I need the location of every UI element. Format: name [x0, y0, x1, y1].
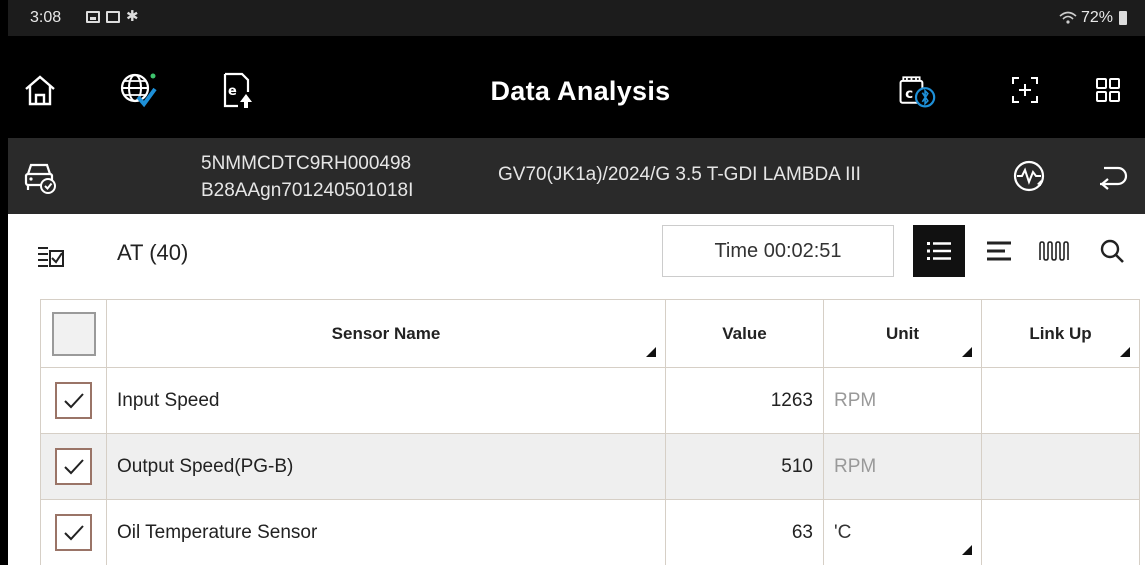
table-row[interactable]: Output Speed(PG-B) 510 RPM — [40, 434, 1140, 500]
select-items-button[interactable] — [30, 236, 70, 276]
return-arrow-icon — [1100, 166, 1128, 190]
battery-percent: 72% — [1080, 9, 1113, 26]
sensor-name: Input Speed — [107, 368, 666, 433]
sort-indicator-icon — [962, 347, 972, 357]
table-row[interactable]: Oil Temperature Sensor 63 'C — [40, 500, 1140, 565]
sensor-unit: 'C — [834, 521, 852, 543]
app-frame: 3:08 ✱ 72% Data Analysis e c 5NMMCDTC9RH… — [0, 0, 1145, 565]
waveform-button[interactable] — [1009, 156, 1049, 196]
battery-icon — [1119, 11, 1127, 25]
page-title: Data Analysis — [490, 76, 671, 106]
checklist-icon — [38, 247, 64, 267]
home-button[interactable] — [20, 70, 60, 110]
list-view-button[interactable] — [913, 225, 965, 277]
link-up-header-label: Link Up — [1029, 323, 1092, 343]
select-all-checkbox[interactable] — [51, 311, 96, 356]
row-checkbox[interactable] — [55, 382, 92, 419]
heartbeat-circle-icon — [1013, 160, 1045, 192]
check-icon — [63, 458, 84, 474]
sort-indicator-icon — [646, 347, 656, 357]
unit-header-label: Unit — [885, 323, 920, 343]
vehicle-status-button[interactable] — [20, 156, 60, 196]
sensor-name-header-label: Sensor Name — [331, 323, 441, 343]
sensor-name-header[interactable]: Sensor Name — [107, 300, 666, 367]
report-upload-button[interactable]: e — [216, 70, 256, 110]
sensor-value: 63 — [666, 500, 824, 565]
capture-frame-icon — [1012, 77, 1038, 103]
sensor-unit: RPM — [824, 434, 982, 499]
grid-icon — [1096, 78, 1120, 102]
list-icon — [927, 242, 951, 260]
row-checkbox-cell — [40, 368, 107, 433]
search-button[interactable] — [1086, 225, 1138, 277]
value-header: Value — [666, 300, 824, 367]
remote-diagnosis-button[interactable] — [118, 70, 158, 110]
wifi-icon — [1059, 11, 1077, 24]
vci-bluetooth-button[interactable]: c — [896, 70, 936, 110]
gallery-notification-icon — [86, 11, 100, 23]
settings-notification-icon: ✱ — [126, 8, 139, 25]
waveform-icon — [1039, 241, 1069, 261]
home-icon — [25, 75, 55, 106]
sensor-value: 1263 — [666, 368, 824, 433]
check-icon — [63, 392, 84, 408]
screen-capture-button[interactable] — [1005, 70, 1045, 110]
row-checkbox-cell — [40, 500, 107, 565]
graph-view-button[interactable] — [1029, 225, 1081, 277]
vci-bluetooth-icon: c — [899, 76, 936, 108]
car-check-icon — [24, 163, 56, 194]
data-toolbar: AT (40) Time 00:02:51 — [8, 214, 1145, 298]
unit-header[interactable]: Unit — [824, 300, 982, 367]
text-view-button[interactable] — [973, 225, 1025, 277]
status-right: 72% — [1059, 9, 1127, 27]
select-all-cell — [40, 300, 107, 367]
globe-check-icon — [120, 73, 157, 108]
align-left-icon — [987, 241, 1011, 261]
link-up-header[interactable]: Link Up — [982, 300, 1140, 367]
row-checkbox[interactable] — [55, 448, 92, 485]
search-icon — [1100, 239, 1124, 263]
vehicle-model: GV70(JK1a)/2024/G 3.5 T-GDI LAMBDA III — [498, 164, 861, 185]
sensor-name: Oil Temperature Sensor — [107, 500, 666, 565]
vehicle-ids: 5NMMCDTC9RH000498 B28AAgn701240501018I — [201, 150, 413, 204]
status-bar: 3:08 ✱ 72% — [8, 0, 1145, 36]
dropdown-indicator-icon — [962, 545, 972, 555]
sensor-link-up — [982, 500, 1140, 565]
vehicle-info-bar: 5NMMCDTC9RH000498 B28AAgn701240501018I G… — [8, 138, 1145, 214]
sensor-link-up — [982, 368, 1140, 433]
menu-grid-button[interactable] — [1088, 70, 1128, 110]
value-header-label: Value — [722, 323, 767, 343]
row-checkbox-cell — [40, 434, 107, 499]
sensor-unit-dropdown[interactable]: 'C — [824, 500, 982, 565]
table-header-row: Sensor Name Value Unit Link Up — [40, 300, 1140, 368]
sensor-name: Output Speed(PG-B) — [107, 434, 666, 499]
screenshot-notification-icon — [106, 11, 120, 23]
status-icons: ✱ — [86, 8, 139, 25]
back-button[interactable] — [1092, 156, 1132, 196]
system-group-label: AT (40) — [117, 240, 189, 265]
document-upload-icon: e — [223, 72, 252, 108]
calibration-id: B28AAgn701240501018I — [201, 180, 414, 201]
vin-number: 5NMMCDTC9RH000498 — [201, 153, 412, 174]
check-icon — [63, 524, 84, 540]
sort-indicator-icon — [1120, 347, 1130, 357]
sensor-link-up — [982, 434, 1140, 499]
elapsed-time-display: Time 00:02:51 — [662, 225, 894, 277]
status-time: 3:08 — [30, 9, 62, 26]
svg-text:c: c — [905, 86, 913, 102]
svg-text:e: e — [228, 84, 237, 99]
table-row[interactable]: Input Speed 1263 RPM — [40, 368, 1140, 434]
app-header: Data Analysis e c — [8, 36, 1145, 138]
sensor-value: 510 — [666, 434, 824, 499]
sensor-table: Sensor Name Value Unit Link Up Input Spe — [40, 299, 1140, 565]
sensor-unit: RPM — [824, 368, 982, 433]
row-checkbox[interactable] — [55, 514, 92, 551]
